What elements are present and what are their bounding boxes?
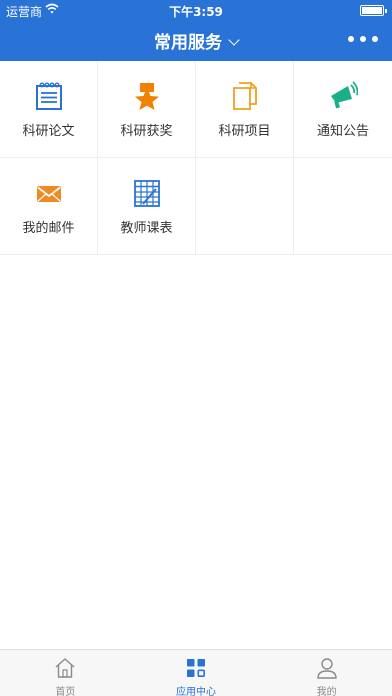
- service-research-awards[interactable]: 科研获奖: [98, 61, 196, 158]
- tab-label: 首页: [55, 687, 76, 696]
- home-icon: [55, 658, 75, 678]
- tab-label: 我的: [316, 687, 337, 696]
- more-dot-icon: [372, 36, 378, 42]
- tab-bar: 首页 应用中心 我的: [0, 649, 392, 696]
- status-bar: 运营商 下午3:59: [0, 0, 392, 20]
- apps-grid-icon: [187, 659, 206, 678]
- service-label: 通知公告: [316, 124, 369, 139]
- notebook-icon: [36, 82, 62, 110]
- service-label: 科研论文: [22, 124, 75, 139]
- service-research-papers[interactable]: 科研论文: [0, 61, 98, 158]
- more-dot-icon: [360, 36, 366, 42]
- nav-title: 常用服务: [154, 33, 222, 53]
- award-icon: [135, 83, 159, 110]
- navbar: 常用服务: [0, 20, 392, 61]
- app-header: 运营商 下午3:59 常用服务: [0, 0, 392, 61]
- mail-icon: [37, 186, 61, 202]
- documents-icon: [233, 82, 257, 110]
- empty-cell: [294, 158, 392, 255]
- user-icon: [316, 658, 337, 679]
- timetable-icon: [134, 180, 160, 207]
- battery-icon: [360, 5, 387, 16]
- service-label: 科研项目: [218, 124, 271, 139]
- service-my-mail[interactable]: 我的邮件: [0, 158, 98, 255]
- tab-home[interactable]: 首页: [0, 650, 131, 696]
- service-teacher-timetable[interactable]: 教师课表: [98, 158, 196, 255]
- service-notices[interactable]: 通知公告: [294, 61, 392, 158]
- more-button[interactable]: [348, 34, 378, 44]
- empty-cell: [196, 158, 294, 255]
- tab-mine[interactable]: 我的: [261, 650, 392, 696]
- service-label: 科研获奖: [120, 124, 173, 139]
- service-research-projects[interactable]: 科研项目: [196, 61, 294, 158]
- status-time: 下午3:59: [169, 5, 223, 19]
- megaphone-icon: [331, 81, 358, 109]
- chevron-down-icon: [228, 34, 240, 46]
- service-label: 教师课表: [120, 221, 173, 236]
- service-switcher[interactable]: 常用服务: [0, 28, 392, 53]
- more-dot-icon: [348, 36, 354, 42]
- service-label: 我的邮件: [22, 221, 75, 236]
- tab-label: 应用中心: [176, 687, 216, 696]
- tab-app-center[interactable]: 应用中心: [131, 650, 262, 696]
- service-grid: 科研论文 科研获奖 科研项目 通知公告 我的邮件 教师课表: [0, 61, 392, 255]
